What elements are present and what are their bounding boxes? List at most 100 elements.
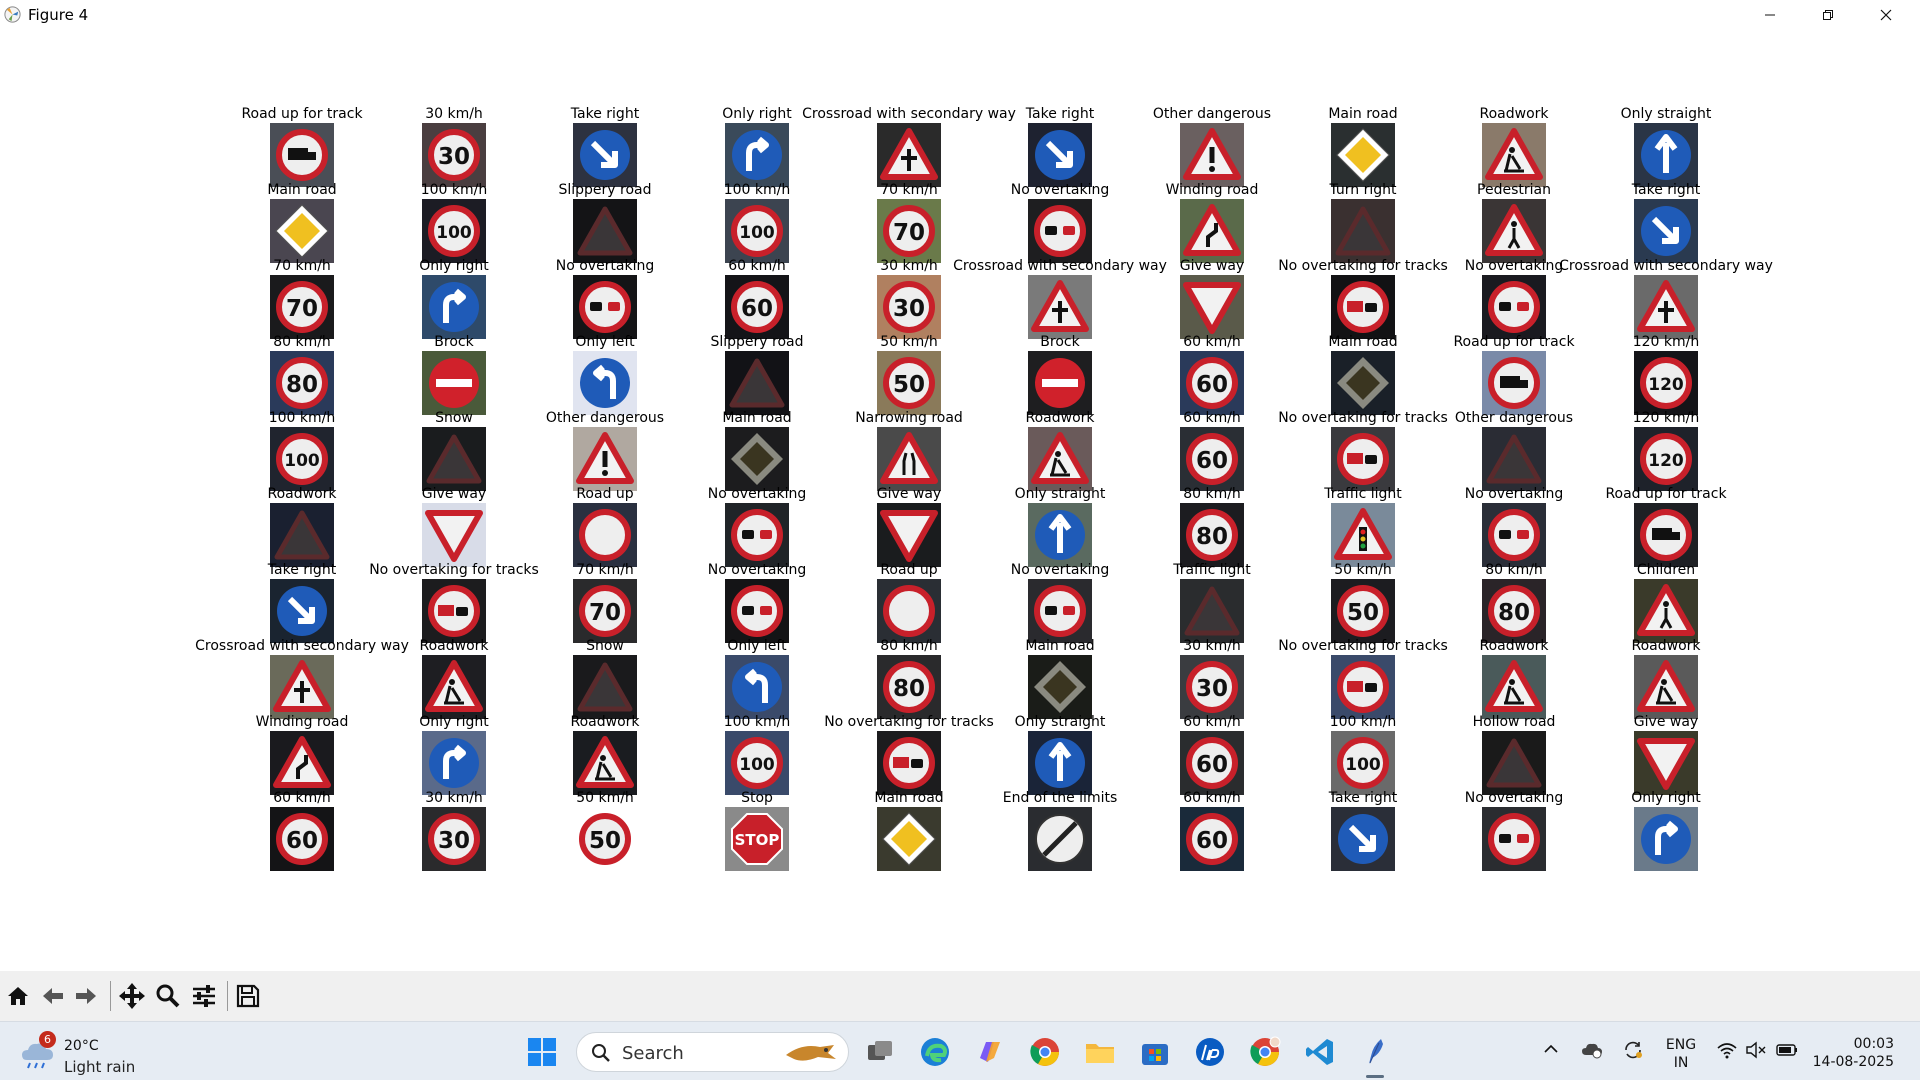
sign-label: No overtaking xyxy=(1010,562,1110,578)
copilot-app[interactable] xyxy=(972,1034,1008,1070)
battery-tray-icon[interactable] xyxy=(1775,1040,1799,1064)
chrome-profile-app[interactable] xyxy=(1247,1034,1283,1070)
microsoft-store-app[interactable] xyxy=(1137,1034,1173,1070)
traffic-sign-image: 70 xyxy=(573,579,637,643)
sign-label: No overtaking xyxy=(1464,486,1564,502)
traffic-sign-image: 50 xyxy=(877,351,941,415)
sign-label: 60 km/h xyxy=(273,790,331,806)
close-button[interactable] xyxy=(1857,0,1915,29)
sign-cell: Other dangerous xyxy=(1455,410,1573,491)
python-figure-app[interactable] xyxy=(1357,1034,1393,1070)
sign-label: Stop xyxy=(741,790,773,806)
traffic-sign-image: 100 xyxy=(270,427,334,491)
traffic-sign-image xyxy=(1028,351,1092,415)
pan-button[interactable] xyxy=(117,981,147,1011)
svg-text:60: 60 xyxy=(1196,448,1228,474)
minimize-button[interactable] xyxy=(1741,0,1799,29)
sign-cell: Main road xyxy=(874,790,944,871)
sign-label: Give way xyxy=(876,486,942,502)
sign-label: 30 km/h xyxy=(1183,638,1241,654)
sign-label: No overtaking xyxy=(555,258,655,274)
svg-text:30: 30 xyxy=(438,828,470,854)
traffic-sign-image xyxy=(1028,275,1092,339)
show-hidden-icons-button[interactable] xyxy=(1542,1040,1560,1062)
traffic-sign-image xyxy=(573,351,637,415)
sign-label: Main road xyxy=(1025,638,1095,654)
hp-app[interactable] xyxy=(1192,1034,1228,1070)
start-button[interactable] xyxy=(524,1034,560,1070)
traffic-sign-image xyxy=(573,655,637,719)
taskbar-search[interactable]: Search xyxy=(576,1032,849,1072)
sign-cell: Roadwork xyxy=(267,486,337,567)
traffic-sign-image: 60 xyxy=(725,275,789,339)
sign-cell: Other dangerous xyxy=(546,410,664,491)
svg-text:STOP: STOP xyxy=(735,831,780,849)
sign-label: 30 km/h xyxy=(880,258,938,274)
traffic-sign-image xyxy=(1180,275,1244,339)
edge-app[interactable] xyxy=(917,1034,953,1070)
vscode-app[interactable] xyxy=(1302,1034,1338,1070)
maximize-button[interactable] xyxy=(1799,0,1857,29)
sign-label: Winding road xyxy=(1165,182,1259,198)
sign-label: Narrowing road xyxy=(855,410,963,426)
traffic-sign-image xyxy=(725,579,789,643)
sign-cell: Slippery road xyxy=(710,334,804,415)
traffic-sign-image: 50 xyxy=(573,807,637,871)
weather-widget[interactable]: 6 20°C Light rain xyxy=(20,1030,150,1076)
sign-label: Give way xyxy=(1179,258,1245,274)
sign-cell: Crossroad with secondary way xyxy=(802,106,1016,187)
weather-temperature: 20°C xyxy=(64,1038,99,1054)
sign-cell: Only left xyxy=(725,638,789,719)
back-button[interactable] xyxy=(38,981,68,1011)
traffic-sign-image xyxy=(1028,579,1092,643)
traffic-sign-image xyxy=(877,427,941,491)
forward-button[interactable] xyxy=(71,981,101,1011)
traffic-sign-image xyxy=(573,123,637,187)
sign-label: Hollow road xyxy=(1472,714,1556,730)
sign-label: Turn right xyxy=(1329,182,1397,198)
zoom-button[interactable] xyxy=(153,981,183,1011)
sign-label: 120 km/h xyxy=(1632,410,1700,426)
sign-cell: Roadwork xyxy=(1025,410,1095,491)
file-explorer-app[interactable] xyxy=(1082,1034,1118,1070)
notification-badge: 6 xyxy=(39,1031,56,1048)
task-view-button[interactable] xyxy=(862,1034,898,1070)
svg-text:80: 80 xyxy=(1196,524,1228,550)
save-button[interactable] xyxy=(233,981,263,1011)
clock[interactable]: 00:03 14-08-2025 xyxy=(1808,1035,1894,1071)
home-button[interactable] xyxy=(3,981,33,1011)
sign-cell: 50 50 km/h xyxy=(877,334,941,415)
configure-subplots-button[interactable] xyxy=(189,981,219,1011)
traffic-sign-image: 50 xyxy=(1331,579,1395,643)
sign-cell: No overtaking for tracks xyxy=(369,562,539,643)
sign-cell: Snow xyxy=(422,410,486,491)
active-app-indicator xyxy=(1366,1075,1384,1078)
svg-text:60: 60 xyxy=(1196,752,1228,778)
traffic-sign-image xyxy=(725,123,789,187)
volume-tray-icon[interactable] xyxy=(1745,1040,1767,1064)
sign-cell: 80 80 km/h xyxy=(270,334,334,415)
clock-date: 14-08-2025 xyxy=(1812,1054,1894,1070)
traffic-sign-image xyxy=(573,731,637,795)
svg-text:100: 100 xyxy=(284,451,320,471)
sign-cell: Only left xyxy=(573,334,637,415)
figure-canvas[interactable]: Road up for track 30 30 km/h Take right Only… xyxy=(0,29,1920,971)
sign-cell: 100 100 km/h xyxy=(269,410,335,491)
chrome-app[interactable] xyxy=(1027,1034,1063,1070)
traffic-sign-image xyxy=(1180,579,1244,643)
sign-cell: End of the limits xyxy=(1003,790,1117,871)
wifi-tray-icon[interactable] xyxy=(1716,1040,1738,1064)
sign-cell: Road up for track xyxy=(1605,486,1727,567)
traffic-sign-image xyxy=(1331,655,1395,719)
sign-cell: 50 50 km/h xyxy=(1331,562,1395,643)
traffic-sign-image xyxy=(725,655,789,719)
svg-text:120: 120 xyxy=(1648,451,1684,471)
traffic-sign-image xyxy=(1331,199,1395,263)
sign-label: Main road xyxy=(722,410,792,426)
sign-label: Only left xyxy=(727,638,787,654)
traffic-sign-image xyxy=(1331,123,1395,187)
input-language-indicator[interactable]: ENG IN xyxy=(1664,1036,1698,1072)
onedrive-tray-icon[interactable] xyxy=(1581,1040,1603,1064)
update-tray-icon[interactable] xyxy=(1622,1040,1644,1064)
sign-label: 80 km/h xyxy=(880,638,938,654)
